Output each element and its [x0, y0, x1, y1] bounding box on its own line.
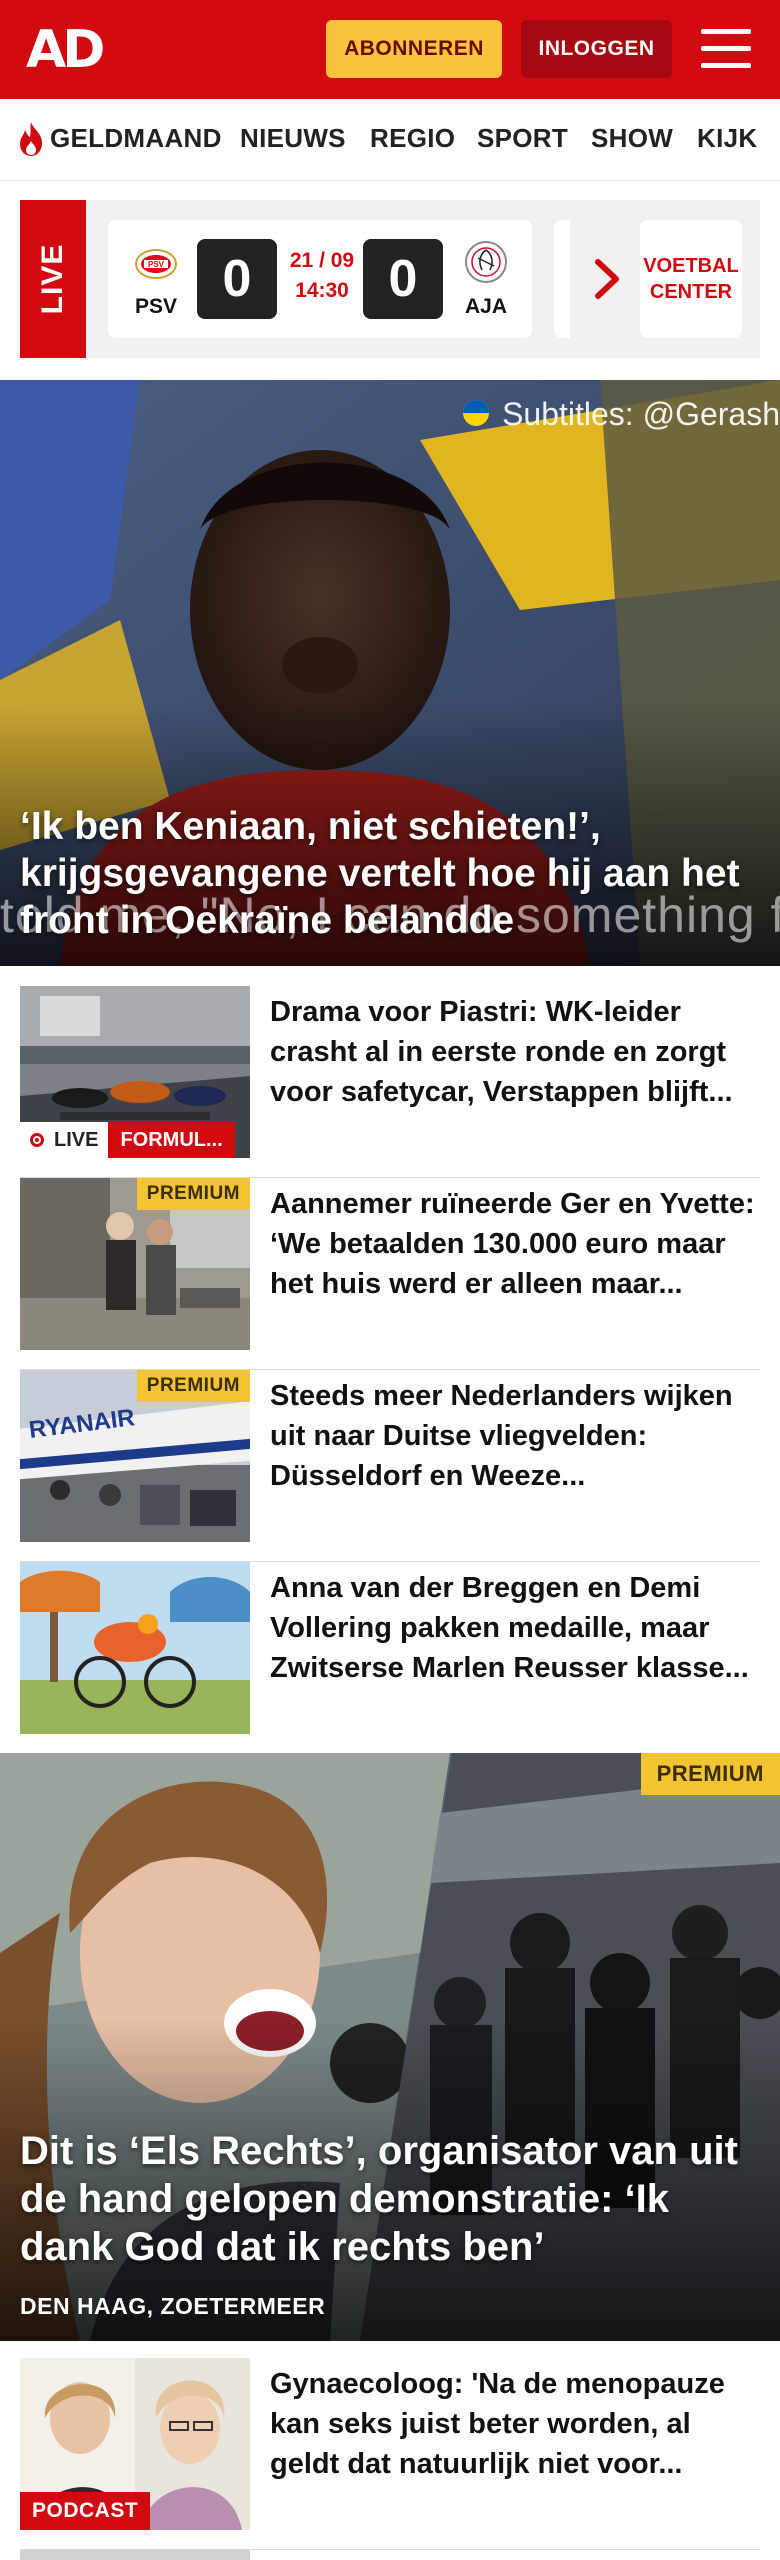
category-label: FORMUL...	[108, 1122, 235, 1158]
center-label-1: VOETBAL	[643, 255, 739, 277]
voetbal-center-button[interactable]: VOETBAL CENTER	[640, 220, 742, 338]
away-club-name: AJA	[464, 295, 507, 318]
article-title[interactable]: Aannemer ruïneerde Ger en Yvette: ‘We be…	[270, 1184, 760, 1304]
article-title[interactable]: Steeds meer Nederlanders wijken uit naar…	[270, 1376, 760, 1496]
psv-crest-icon: PSV	[135, 249, 177, 279]
video-subtitle-credit: Subtitles: @Gerash	[502, 396, 780, 432]
nav-item-nieuws[interactable]: NIEUWS	[240, 123, 346, 154]
article-thumbnail: LIVE FORMUL...	[20, 986, 250, 1158]
subscribe-button[interactable]: ABONNEREN	[326, 20, 502, 78]
top-bar: AD ABONNEREN INLOGGEN	[0, 0, 780, 99]
away-club: AJA	[456, 240, 516, 318]
flame-icon	[20, 122, 42, 156]
next-match-card-edge[interactable]	[554, 220, 570, 338]
feature-article[interactable]: PREMIUM Dit is ‘Els Rechts’, organisator…	[0, 1753, 780, 2341]
live-dot-icon	[30, 1133, 44, 1147]
article-title[interactable]: Drama voor Piastri: WK-leider crasht al …	[270, 992, 760, 1112]
article-thumbnail	[20, 1562, 250, 1734]
live-category-badge: LIVE FORMUL...	[20, 1122, 235, 1158]
article-item[interactable]: LIVE FORMUL... Drama voor Piastri: WK-le…	[20, 986, 760, 1178]
premium-badge: PREMIUM	[640, 1753, 780, 1795]
ad-logo[interactable]: AD	[26, 24, 105, 76]
premium-badge: PREMIUM	[136, 1178, 250, 1210]
away-score: 0	[363, 239, 443, 319]
nav-item-kijk[interactable]: KIJK	[697, 123, 757, 154]
hero-title[interactable]: ‘Ik ben Keniaan, niet schieten!’, krijgs…	[20, 803, 740, 944]
nav-item-regio[interactable]: REGIO	[370, 123, 455, 154]
match-date: 21 / 09	[289, 249, 355, 272]
nav-item-show[interactable]: SHOW	[591, 123, 673, 154]
login-button[interactable]: INLOGGEN	[521, 20, 672, 78]
article-item[interactable]: RYANAIR PREMIUM Steeds meer Nederlanders…	[20, 1370, 760, 1562]
chevron-right-icon[interactable]	[590, 256, 624, 302]
article-title[interactable]: Gynaecoloog: 'Na de menopauze kan seks j…	[270, 2364, 760, 2484]
live-tag: LIVE	[20, 200, 86, 358]
article-item-partial[interactable]	[20, 2550, 760, 2560]
article-item[interactable]: Anna van der Breggen en Demi Vollering p…	[20, 1562, 760, 1754]
podcast-badge: PODCAST	[20, 2492, 151, 2530]
premium-badge: PREMIUM	[136, 1370, 250, 1402]
center-label-2: CENTER	[649, 281, 733, 303]
home-club-name: PSV	[134, 295, 178, 318]
article-item[interactable]: PREMIUM Aannemer ruïneerde Ger en Yvette…	[20, 1178, 760, 1370]
section-nav: GELDMAAND NIEUWS REGIO SPORT SHOW KIJK	[0, 99, 780, 181]
live-label: LIVE	[54, 1128, 99, 1151]
svg-text:PSV: PSV	[148, 260, 165, 269]
ajax-crest-icon	[465, 241, 507, 283]
article-item[interactable]: PODCAST Gynaecoloog: 'Na de menopauze ka…	[20, 2358, 760, 2550]
article-title[interactable]: Anna van der Breggen en Demi Vollering p…	[270, 1568, 760, 1688]
live-scores-bar: LIVE PSV PSV 0 21 / 09 14:30 0 AJA VOETB…	[20, 200, 760, 358]
nav-item-geldmaand[interactable]: GELDMAAND	[50, 123, 222, 154]
feature-location: DEN HAAG, ZOETERMEER	[20, 2293, 326, 2319]
hamburger-icon[interactable]	[701, 27, 751, 71]
home-score: 0	[197, 239, 277, 319]
match-time: 14:30	[295, 279, 349, 302]
match-datetime: 21 / 09 14:30	[282, 246, 362, 306]
match-card[interactable]: PSV PSV 0 21 / 09 14:30 0 AJA	[108, 220, 532, 338]
article-thumbnail: PREMIUM	[20, 1178, 250, 1350]
article-thumbnail: PODCAST	[20, 2358, 250, 2530]
article-thumbnail	[20, 2550, 250, 2560]
feature-title[interactable]: Dit is ‘Els Rechts’, organisator van uit…	[20, 2127, 760, 2271]
nav-item-sport[interactable]: SPORT	[477, 123, 568, 154]
hero-video-article[interactable]: Subtitles: @Gerash told me, "No, I can d…	[0, 380, 780, 966]
article-thumbnail: RYANAIR PREMIUM	[20, 1370, 250, 1542]
home-club: PSV PSV	[126, 240, 186, 318]
